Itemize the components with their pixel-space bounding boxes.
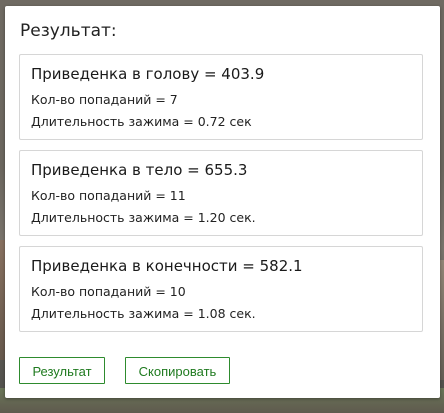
card-heading: Приведенка в тело = 655.3 — [31, 161, 248, 179]
panel-title: Результат: — [20, 21, 117, 41]
card-heading: Приведенка в конечности = 582.1 — [31, 257, 303, 275]
hold-duration: Длительность зажима = 1.08 сек. — [31, 306, 256, 321]
hold-duration: Длительность зажима = 0.72 сек — [31, 114, 252, 129]
result-card-limbs: Приведенка в конечности = 582.1 Кол-во п… — [19, 246, 423, 332]
hits-count: Кол-во попаданий = 7 — [31, 92, 178, 107]
result-card-head: Приведенка в голову = 403.9 Кол-во попад… — [19, 54, 423, 140]
copy-button[interactable]: Скопировать — [125, 357, 230, 384]
hits-count: Кол-во попаданий = 10 — [31, 284, 186, 299]
result-panel: Результат: Приведенка в голову = 403.9 К… — [5, 6, 440, 398]
hold-duration: Длительность зажима = 1.20 сек. — [31, 210, 256, 225]
card-heading: Приведенка в голову = 403.9 — [31, 65, 265, 83]
result-card-body: Приведенка в тело = 655.3 Кол-во попадан… — [19, 150, 423, 236]
hits-count: Кол-во попаданий = 11 — [31, 188, 186, 203]
result-button[interactable]: Результат — [19, 357, 105, 384]
